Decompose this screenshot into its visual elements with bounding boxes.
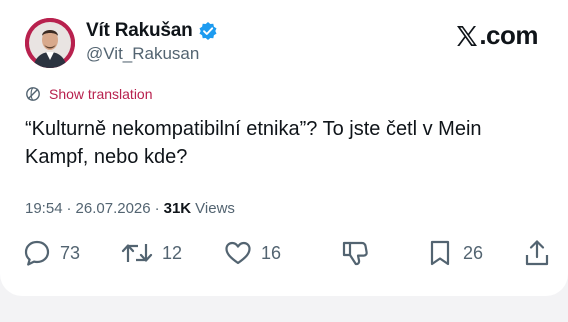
- show-translation-label[interactable]: Show translation: [49, 86, 153, 102]
- globe-icon: [25, 86, 41, 102]
- bookmark-count: 26: [463, 242, 484, 263]
- like-count: 16: [261, 242, 282, 263]
- share-button[interactable]: [522, 238, 552, 268]
- tweet-meta: 19:54 · 26.07.2026 · 31K Views: [25, 200, 235, 217]
- avatar[interactable]: [25, 18, 75, 68]
- reply-icon: [22, 238, 52, 268]
- author-name-row[interactable]: Vít Rakušan: [86, 20, 218, 42]
- display-name[interactable]: Vít Rakušan: [86, 20, 193, 42]
- show-translation-link[interactable]: Show translation: [25, 86, 153, 102]
- tweet-date[interactable]: 26.07.2026: [76, 200, 151, 217]
- thumbs-down-icon: [340, 238, 370, 268]
- share-icon: [522, 238, 552, 268]
- views-label: Views: [195, 200, 235, 217]
- repost-icon: [120, 238, 154, 268]
- tweet-text: “Kulturně nekompatibilní etnika”? To jst…: [25, 118, 482, 168]
- reply-count: 73: [60, 242, 81, 263]
- repost-button[interactable]: 12: [120, 238, 182, 268]
- avatar-photo: [25, 18, 75, 68]
- brand-label: .com: [479, 20, 538, 50]
- bookmark-button[interactable]: 26: [425, 238, 483, 268]
- x-com-brand: .com: [455, 20, 538, 51]
- meta-separator: ·: [154, 200, 160, 217]
- author-handle[interactable]: @Vit_Rakusan: [86, 44, 199, 64]
- action-bar: 73 12 16 26: [22, 238, 552, 270]
- x-logo-icon: [455, 24, 479, 48]
- tweet-card: Vít Rakušan @Vit_Rakusan .com Show trans…: [0, 0, 568, 296]
- meta-separator: ·: [66, 200, 72, 217]
- tweet-time[interactable]: 19:54: [25, 200, 63, 217]
- reply-button[interactable]: 73: [22, 238, 80, 268]
- repost-count: 12: [162, 242, 183, 263]
- verified-badge-icon: [198, 21, 218, 41]
- bookmark-icon: [425, 238, 455, 268]
- dislike-button[interactable]: [340, 238, 370, 268]
- heart-icon: [223, 238, 253, 268]
- like-button[interactable]: 16: [223, 238, 281, 268]
- views-count: 31K: [163, 200, 192, 217]
